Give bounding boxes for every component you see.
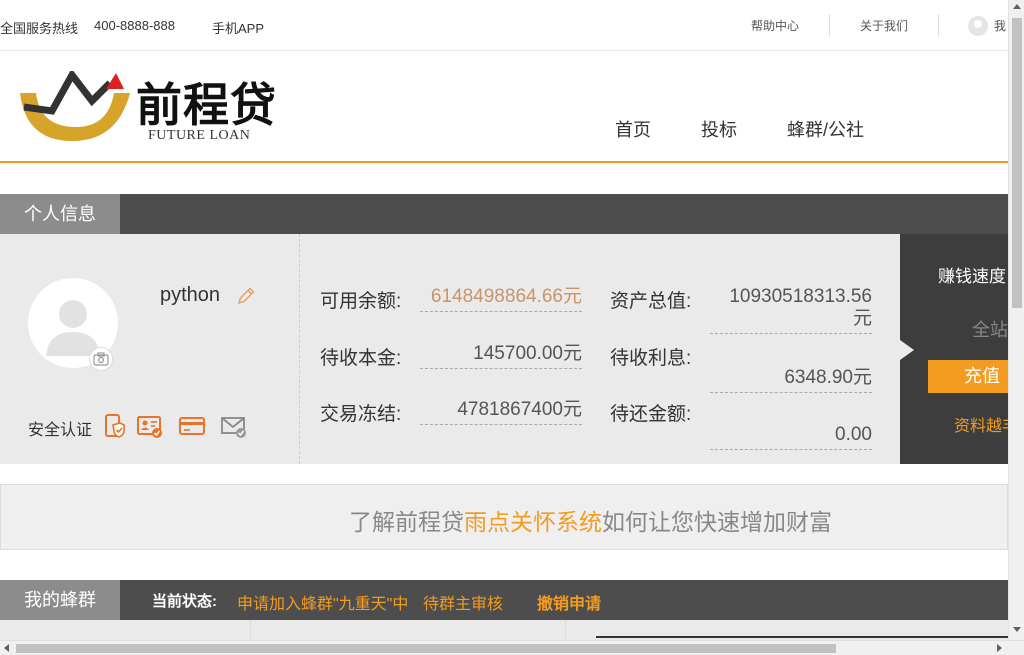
nav-hive-commune[interactable]: 蜂群/公社 bbox=[787, 116, 864, 142]
logo-text: 前程贷 bbox=[136, 78, 277, 132]
available-balance-label: 可用余额: bbox=[320, 291, 402, 312]
total-assets-unit: 元 bbox=[852, 308, 872, 329]
scroll-down-arrow-icon[interactable] bbox=[1013, 627, 1021, 632]
id-card-icon[interactable] bbox=[136, 412, 164, 440]
hive-content-area bbox=[0, 620, 1008, 640]
promo-banner[interactable]: 了解前程贷雨点关怀系统如何让您快速增加财富 bbox=[0, 484, 1008, 550]
edit-pencil-icon[interactable] bbox=[236, 286, 256, 306]
tab-personal-info[interactable]: 个人信息 bbox=[0, 194, 120, 234]
user-menu-link[interactable]: 我 bbox=[994, 17, 1006, 34]
pending-interest-value: 6348.90元 bbox=[710, 367, 872, 393]
phone-verify-icon[interactable] bbox=[100, 412, 128, 440]
nav-home[interactable]: 首页 bbox=[615, 116, 651, 142]
hotline-number: 400-8888-888 bbox=[94, 18, 175, 33]
profile-more-link[interactable]: 资料越丰 bbox=[954, 412, 1008, 436]
scroll-right-arrow-icon[interactable] bbox=[997, 644, 1002, 652]
about-us-link[interactable]: 关于我们 bbox=[860, 17, 908, 34]
security-auth-label: 安全认证 bbox=[28, 422, 93, 439]
whole-site-label: 全站 bbox=[972, 320, 1008, 340]
help-center-link[interactable]: 帮助中心 bbox=[751, 17, 799, 34]
banner-prefix: 了解前程贷 bbox=[349, 509, 464, 535]
hive-status-text: 申请加入蜂群"九重天"中 bbox=[237, 596, 409, 613]
my-hive-bar: 我的蜂群 当前状态: 申请加入蜂群"九重天"中 待群主审核 撤销申请 bbox=[0, 580, 1008, 620]
available-balance-value: 6148498864.66元 bbox=[420, 286, 582, 312]
user-avatar-icon[interactable] bbox=[968, 16, 988, 36]
cancel-application-link[interactable]: 撤销申请 bbox=[537, 590, 601, 614]
pointer-arrow bbox=[900, 340, 914, 360]
repay-amount-label: 待还金额: bbox=[610, 404, 692, 425]
banner-suffix: 如何让您快速增加财富 bbox=[602, 509, 832, 535]
pending-principal-label: 待收本金: bbox=[320, 348, 402, 369]
frozen-amount-value: 4781867400元 bbox=[420, 399, 582, 425]
horizontal-scrollbar[interactable] bbox=[0, 640, 1024, 655]
site-header: 前程贷 FUTURE LOAN 首页 投标 蜂群/公社 bbox=[0, 51, 1008, 163]
personal-info-panel: python 安全认证 可用余额: 6148498864.66元 待收本金: 1… bbox=[0, 234, 1008, 464]
repay-amount-value: 0.00 bbox=[710, 424, 872, 450]
recharge-button[interactable]: 充值 bbox=[928, 360, 1008, 393]
scroll-left-arrow-icon[interactable] bbox=[4, 644, 9, 652]
frozen-amount-label: 交易冻结: bbox=[320, 404, 402, 425]
username: python bbox=[160, 284, 221, 306]
hive-status-label: 当前状态: bbox=[152, 593, 217, 610]
email-icon[interactable] bbox=[220, 412, 248, 440]
horizontal-scroll-thumb[interactable] bbox=[16, 644, 836, 653]
scroll-up-arrow-icon[interactable] bbox=[1013, 4, 1021, 9]
divider bbox=[299, 234, 300, 464]
bank-card-icon[interactable] bbox=[178, 412, 206, 440]
logo[interactable]: 前程贷 FUTURE LOAN bbox=[18, 71, 298, 151]
personal-info-bar: 个人信息 bbox=[0, 194, 1008, 234]
hotline-label: 全国服务热线 bbox=[0, 21, 79, 36]
earn-speed-panel: 赚钱速度 全站 充值 资料越丰 bbox=[900, 234, 1008, 464]
total-assets-amount: 10930518313.56 bbox=[729, 286, 872, 307]
top-bar: 全国服务热线 400-8888-888 手机APP 帮助中心 关于我们 我 bbox=[0, 0, 1008, 51]
tab-my-hive[interactable]: 我的蜂群 bbox=[0, 580, 120, 620]
pending-principal-value: 145700.00元 bbox=[420, 343, 582, 369]
earn-speed-title: 赚钱速度 bbox=[938, 267, 1006, 286]
logo-subtitle: FUTURE LOAN bbox=[148, 128, 251, 143]
vertical-scrollbar[interactable] bbox=[1008, 0, 1024, 640]
camera-icon[interactable] bbox=[89, 347, 113, 371]
banner-text: 了解前程贷雨点关怀系统如何让您快速增加财富 bbox=[349, 503, 832, 537]
pending-interest-label: 待收利息: bbox=[610, 348, 692, 369]
total-assets-label: 资产总值: bbox=[610, 291, 692, 312]
vertical-scroll-thumb[interactable] bbox=[1012, 18, 1022, 308]
total-assets-value: 10930518313.56 元 bbox=[710, 286, 872, 334]
divider bbox=[938, 14, 939, 36]
mobile-app-link[interactable]: 手机APP bbox=[212, 18, 264, 37]
nav-invest[interactable]: 投标 bbox=[701, 116, 737, 142]
logo-mark-icon bbox=[20, 71, 130, 142]
hive-review-status: 待群主审核 bbox=[423, 596, 504, 613]
divider bbox=[829, 14, 830, 36]
banner-highlight[interactable]: 雨点关怀系统 bbox=[464, 509, 602, 535]
